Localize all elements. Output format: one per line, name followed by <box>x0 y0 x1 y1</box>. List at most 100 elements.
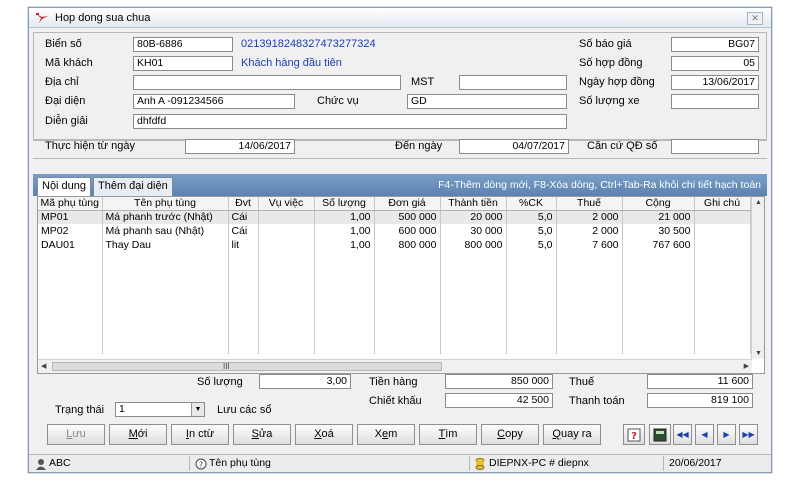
empty-area <box>38 252 751 354</box>
divider <box>663 456 664 471</box>
cell-thanh-tien[interactable]: 30 000 <box>440 224 507 238</box>
calculator-button[interactable] <box>649 424 671 445</box>
cell-thanh-tien[interactable]: 800 000 <box>440 238 507 252</box>
cell-cong[interactable]: 767 600 <box>622 238 695 252</box>
dien-giai-field[interactable]: dhfdfd <box>133 114 567 129</box>
cell-cong[interactable]: 21 000 <box>622 210 695 224</box>
moi-button[interactable]: Mới <box>109 424 167 445</box>
bien-so-field[interactable]: 80B-6886 <box>133 37 233 52</box>
tim-button[interactable]: Tìm <box>419 424 477 445</box>
cell-cong[interactable]: 30 500 <box>622 224 695 238</box>
table-row[interactable]: MP02 Má phanh sau (Nhật) Cái 1,00 600 00… <box>38 224 751 238</box>
so-hop-dong-field[interactable]: 05 <box>671 56 759 71</box>
cell-ck[interactable]: 5,0 <box>506 224 557 238</box>
so-luong-xe-field[interactable] <box>671 94 759 109</box>
so-bao-gia-label: Số báo giá <box>579 38 632 50</box>
col-ck[interactable]: %CK <box>506 197 557 211</box>
tab-noi-dung[interactable]: Nội dung <box>37 177 92 196</box>
tu-ngay-field[interactable]: 14/06/2017 <box>185 139 295 154</box>
cell-dvt[interactable]: lit <box>228 238 259 252</box>
mst-field[interactable] <box>459 75 567 90</box>
in-ctu-button[interactable]: In ctừ <box>171 424 229 445</box>
cell-so-luong[interactable]: 1,00 <box>314 210 375 224</box>
last-record-icon[interactable]: ▶▶ <box>739 424 758 445</box>
dia-chi-field[interactable] <box>133 75 401 90</box>
cell-thue[interactable]: 7 600 <box>556 238 623 252</box>
thue-total-label: Thuế <box>569 376 595 388</box>
can-cu-field[interactable] <box>671 139 759 154</box>
col-ghi-chu[interactable]: Ghi chú <box>694 197 751 211</box>
cell-ck[interactable]: 5,0 <box>506 238 557 252</box>
prev-record-icon[interactable]: ◀ <box>695 424 714 445</box>
tab-them-dai-dien[interactable]: Thêm đại diện <box>93 177 173 196</box>
cell-vu-viec[interactable] <box>258 210 315 224</box>
chuc-vu-field[interactable]: GD <box>407 94 567 109</box>
cell-dvt[interactable]: Cái <box>228 224 259 238</box>
scroll-up-icon[interactable]: ▲ <box>755 199 762 206</box>
scroll-down-icon[interactable]: ▼ <box>755 350 762 357</box>
tien-hang-label: Tiền hàng <box>369 376 418 388</box>
copy-button[interactable]: Copy <box>481 424 539 445</box>
cell-ten[interactable]: Má phanh sau (Nhật) <box>102 224 229 238</box>
cell-dvt[interactable]: Cái <box>228 210 259 224</box>
scroll-thumb[interactable] <box>52 362 442 371</box>
chevron-down-icon[interactable]: ▼ <box>191 403 204 416</box>
cell-ghi-chu[interactable] <box>694 210 751 224</box>
close-button[interactable]: ✕ <box>747 12 763 25</box>
col-thue[interactable]: Thuế <box>556 197 623 211</box>
table-row[interactable]: MP01 Má phanh trước (Nhật) Cái 1,00 500 … <box>38 210 751 224</box>
col-cong[interactable]: Cộng <box>622 197 695 211</box>
cell-ten[interactable]: Má phanh trước (Nhật) <box>102 210 229 224</box>
luu-button[interactable]: Lưu <box>47 424 105 445</box>
scroll-right-icon[interactable]: ▶ <box>744 362 749 370</box>
cell-ma[interactable]: DAU01 <box>38 238 103 252</box>
sua-button[interactable]: Sửa <box>233 424 291 445</box>
xoa-button[interactable]: Xoá <box>295 424 353 445</box>
col-vu-viec[interactable]: Vụ việc <box>258 197 315 211</box>
den-ngay-field[interactable]: 04/07/2017 <box>459 139 569 154</box>
status-bar: ABC ? Tên phụ tùng DIEPNX-PC # diepnx 20… <box>29 454 771 472</box>
cell-vu-viec[interactable] <box>258 238 315 252</box>
so-luong-total-field: 3,00 <box>259 374 351 389</box>
cell-ck[interactable]: 5,0 <box>506 210 557 224</box>
col-thanh-tien[interactable]: Thành tiền <box>440 197 507 211</box>
cell-so-luong[interactable]: 1,00 <box>314 224 375 238</box>
dai-dien-field[interactable]: Anh A -091234566 <box>133 94 295 109</box>
horizontal-scrollbar[interactable]: ◀ III ▶ <box>38 359 752 373</box>
cell-ten[interactable]: Thay Dau <box>102 238 229 252</box>
col-dvt[interactable]: Đvt <box>228 197 259 211</box>
cell-don-gia[interactable]: 500 000 <box>374 210 441 224</box>
app-icon <box>36 13 48 23</box>
col-don-gia[interactable]: Đơn giá <box>374 197 441 211</box>
vertical-scrollbar[interactable]: ▲ ▼ <box>751 197 764 359</box>
cell-ma[interactable]: MP01 <box>38 210 103 224</box>
scroll-left-icon[interactable]: ◀ <box>41 362 46 370</box>
cell-thue[interactable]: 2 000 <box>556 224 623 238</box>
col-so-luong[interactable]: Số lượng <box>314 197 375 211</box>
cell-ghi-chu[interactable] <box>694 224 751 238</box>
quay-ra-button[interactable]: Quay ra <box>543 424 601 445</box>
first-record-icon[interactable]: ◀◀ <box>673 424 692 445</box>
xem-button[interactable]: Xem <box>357 424 415 445</box>
thanh-toan-label: Thanh toán <box>569 395 625 407</box>
cell-thue[interactable]: 2 000 <box>556 210 623 224</box>
can-cu-label: Căn cứ QĐ số <box>587 140 658 152</box>
table-row[interactable]: DAU01 Thay Dau lit 1,00 800 000 800 000 … <box>38 238 751 252</box>
ngay-hop-dong-label: Ngày hợp đồng <box>579 76 655 88</box>
cell-so-luong[interactable]: 1,00 <box>314 238 375 252</box>
help-button[interactable]: ? <box>623 424 645 445</box>
so-bao-gia-field[interactable]: BG07 <box>671 37 759 52</box>
cell-don-gia[interactable]: 800 000 <box>374 238 441 252</box>
ma-khach-field[interactable]: KH01 <box>133 56 233 71</box>
cell-thanh-tien[interactable]: 20 000 <box>440 210 507 224</box>
cell-ghi-chu[interactable] <box>694 238 751 252</box>
next-record-icon[interactable]: ▶ <box>717 424 736 445</box>
col-ten-phu-tung[interactable]: Tên phụ tùng <box>102 197 229 211</box>
col-ma-phu-tung[interactable]: Mã phụ tùng <box>38 197 103 211</box>
trang-thai-select[interactable]: 1 ▼ <box>115 402 205 417</box>
cell-don-gia[interactable]: 600 000 <box>374 224 441 238</box>
divider <box>469 456 470 471</box>
cell-ma[interactable]: MP02 <box>38 224 103 238</box>
ngay-hop-dong-field[interactable]: 13/06/2017 <box>671 75 759 90</box>
cell-vu-viec[interactable] <box>258 224 315 238</box>
